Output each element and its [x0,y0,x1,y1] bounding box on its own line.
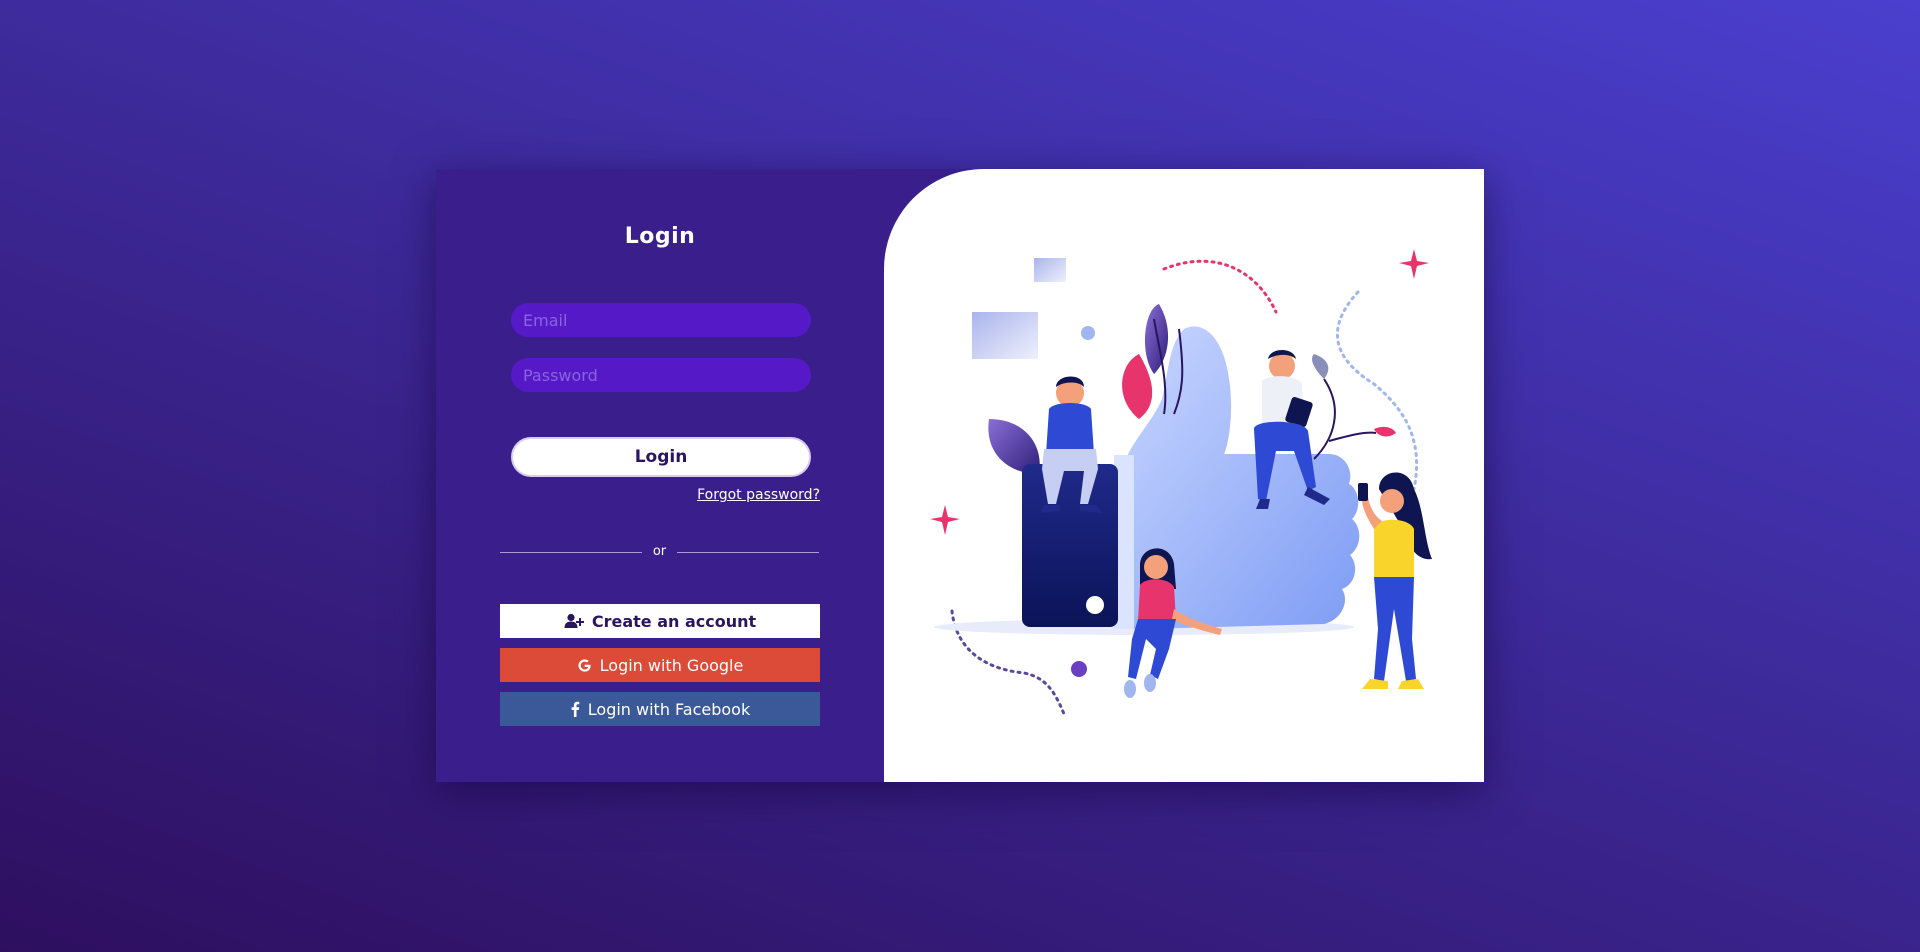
google-login-label: Login with Google [599,655,744,675]
leaf-pink [1122,354,1153,419]
create-account-button[interactable]: Create an account [500,604,820,638]
email-input[interactable] [511,303,811,337]
leaf-grey [1312,354,1329,379]
person-standing [1358,472,1432,689]
divider-line-right [677,552,819,553]
deco-dotted-wave-blue [1335,290,1419,491]
deco-dot-blue [1081,326,1095,340]
facebook-icon [570,701,580,717]
create-account-label: Create an account [591,611,757,631]
login-card: Login Login Forgot password? or Create a… [436,169,1484,782]
deco-square-large [972,312,1038,359]
deco-square-small [1034,258,1066,282]
stem-right [1313,378,1377,460]
login-panel: Login Login Forgot password? or Create a… [436,169,884,782]
phone-button [1086,596,1104,614]
facebook-login-label: Login with Facebook [587,699,751,719]
divider-line-left [500,552,642,553]
illustration-panel [884,169,1484,782]
google-icon [577,658,592,673]
sparkle-icon-left [930,505,960,535]
bud-pink [1374,426,1396,437]
password-input[interactable] [511,358,811,392]
deco-dot-purple [1071,661,1087,677]
facebook-login-button[interactable]: Login with Facebook [500,692,820,726]
thumbs-up-people-illustration [930,249,1432,716]
forgot-password-link[interactable]: Forgot password? [697,487,820,503]
google-login-button[interactable]: Login with Google [500,648,820,682]
deco-dotted-arc-pink [1162,259,1278,314]
login-button[interactable]: Login [511,437,811,477]
user-plus-icon [564,613,584,629]
divider-or: or [652,544,667,559]
leaf-purple [1144,304,1169,374]
sparkle-icon-top-right [1399,249,1429,279]
login-title: Login [624,224,696,249]
